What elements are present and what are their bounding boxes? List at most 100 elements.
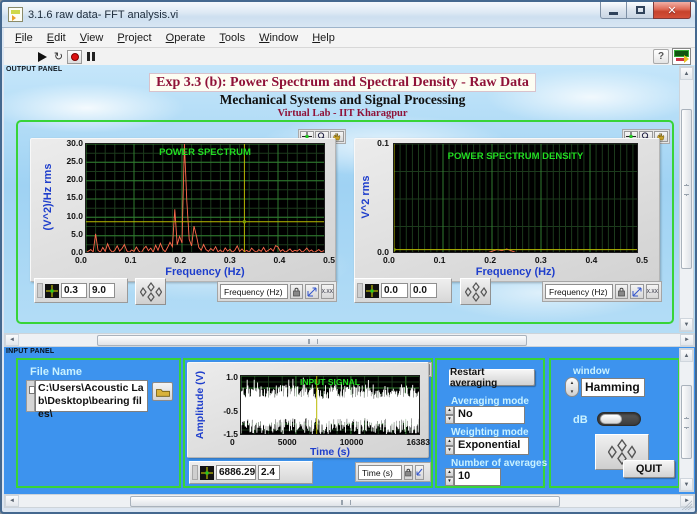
cursor-legend-scroll[interactable] (192, 465, 198, 480)
bottom-horizontal-scrollbar[interactable]: ◄ ► (4, 494, 695, 508)
spinner-up-icon[interactable]: ▲ (445, 437, 454, 446)
spinner-arrows[interactable]: ▲ ▼ (445, 406, 454, 424)
ps-xtick-0: 0.0 (75, 255, 87, 265)
psd-xtick-5: 0.5 (636, 255, 648, 265)
power-spectrum-cursor-mover[interactable] (135, 278, 166, 305)
cursor-x-value[interactable]: 6886.29 (216, 465, 256, 480)
menu-item-7[interactable]: Help (305, 30, 342, 46)
power-spectrum-ylabel: (V^2)/Hz rms (42, 163, 54, 231)
spinner-arrows[interactable]: ▲ ▼ (445, 437, 454, 455)
psd-xtick-1: 0.1 (433, 255, 446, 265)
vi-icon[interactable] (672, 48, 691, 65)
psd-cursor-mover[interactable] (460, 278, 491, 305)
menu-item-3[interactable]: Project (110, 30, 158, 46)
cursor-x-value[interactable]: 0.3 (61, 283, 87, 298)
scale-format-button[interactable]: X.XX (645, 284, 659, 299)
input-vertical-scrollbar[interactable]: ▲ ▼ (679, 348, 694, 492)
spinner-arrows[interactable]: ▲ ▼ (445, 468, 454, 486)
pause-button[interactable] (83, 50, 98, 64)
browse-button[interactable] (152, 382, 173, 401)
scroll-left-icon[interactable]: ◄ (5, 495, 19, 507)
power-spectrum-yticks: 30.0 25.0 20.0 15.0 10.0 5.0 0.0 (53, 138, 83, 257)
run-continuous-button[interactable]: ↻ (51, 50, 66, 64)
scale-lock-icon[interactable] (615, 284, 629, 299)
power-spectrum-plot[interactable] (85, 143, 325, 253)
cursor-crosshair-icon (200, 465, 214, 480)
psd-xtick-4: 0.4 (585, 255, 598, 265)
number-of-averages-control[interactable]: ▲ ▼ 10 (445, 468, 501, 486)
scroll-down-icon[interactable]: ▼ (680, 318, 693, 331)
scale-legend-label[interactable]: Frequency (Hz) (545, 284, 613, 299)
menu-item-6[interactable]: Window (252, 30, 305, 46)
power-spectrum-graph: 30.0 25.0 20.0 15.0 10.0 5.0 0.0 (V^2)/Hz rms … (30, 138, 336, 282)
ps-xtick-2: 0.2 (174, 255, 187, 265)
diamond-nav-icon (464, 281, 487, 302)
maximize-button[interactable] (627, 2, 653, 19)
scroll-right-icon[interactable]: ► (680, 334, 694, 346)
weighting-mode-control[interactable]: ▲ ▼ Exponential (445, 437, 529, 455)
scroll-up-icon[interactable]: ▲ (680, 67, 693, 80)
input-panel-label: INPUT PANEL (6, 348, 55, 355)
scale-legend-label[interactable]: Frequency (Hz) (220, 284, 288, 299)
cursor-y-value[interactable]: 0.0 (410, 283, 437, 298)
menu-item-0[interactable]: File (8, 30, 40, 46)
abort-button[interactable] (67, 49, 82, 64)
spinner-up-icon[interactable]: ▲ (445, 468, 454, 477)
output-horizontal-scrollbar[interactable]: ◄ ► (4, 333, 695, 347)
menu-item-2[interactable]: View (73, 30, 111, 46)
weighting-mode-value[interactable]: Exponential (454, 437, 529, 455)
cursor-legend-scroll[interactable] (37, 283, 43, 298)
spinner-down-icon[interactable]: ▼ (445, 446, 454, 455)
psd-plot[interactable] (393, 143, 638, 253)
ring-spinner[interactable]: ▲ ▼ (565, 377, 579, 397)
averaging-mode-control[interactable]: ▲ ▼ No (445, 406, 525, 424)
run-continuous-icon: ↻ (53, 50, 64, 63)
input-signal-graph: 1.0 -0.5 -1.5 Amplitude (V) INPUT SIGNAL 0… (187, 362, 430, 458)
averaging-mode-value[interactable]: No (454, 406, 525, 424)
file-path-value[interactable]: C:\Users\Acoustic Lab\Desktop\bearing fi… (35, 380, 148, 420)
menu-item-4[interactable]: Operate (159, 30, 213, 46)
cursor-y-value[interactable]: 9.0 (89, 283, 115, 298)
resize-grip[interactable] (682, 500, 692, 510)
cursor-legend-scroll[interactable] (357, 283, 363, 298)
psd-xtick-3: 0.3 (534, 255, 547, 265)
output-vertical-scrollbar[interactable]: ▲ ▼ (679, 66, 694, 332)
run-button[interactable] (35, 50, 50, 64)
experiment-subtitle: Mechanical Systems and Signal Processing (219, 92, 466, 107)
restart-averaging-button[interactable]: Restart averaging (449, 367, 535, 389)
menu-item-5[interactable]: Tools (212, 30, 252, 46)
scale-autoscale-icon[interactable] (630, 284, 644, 299)
scrollbar-thumb[interactable] (681, 385, 692, 459)
db-toggle[interactable] (597, 412, 641, 426)
scroll-down-icon[interactable]: ▼ (680, 478, 693, 491)
file-name-label: File Name (30, 366, 82, 378)
spinner-down-icon[interactable]: ▼ (445, 477, 454, 486)
scrollbar-thumb[interactable] (97, 335, 527, 346)
number-of-averages-value[interactable]: 10 (454, 468, 501, 486)
psd-xticks: 0.0 0.1 0.2 0.3 0.4 0.5 (383, 255, 648, 265)
scale-legend-label[interactable]: Time (s) (358, 464, 402, 480)
scroll-left-icon[interactable]: ◄ (5, 334, 19, 346)
file-path-control[interactable]: C:\Users\Acoustic Lab\Desktop\bearing fi… (26, 380, 148, 420)
scroll-up-icon[interactable]: ▲ (680, 349, 693, 362)
cursor-x-value[interactable]: 0.0 (381, 283, 408, 298)
scale-format-button[interactable]: X.XX (320, 284, 334, 299)
cursor-y-value[interactable]: 2.4 (258, 465, 280, 480)
spinner-up-icon[interactable]: ▲ (445, 406, 454, 415)
close-button[interactable]: ✕ (653, 2, 691, 19)
window-ring-control[interactable]: ▲ ▼ Hamming (565, 377, 645, 397)
scale-lock-icon[interactable] (290, 284, 304, 299)
help-button[interactable]: ? (653, 49, 669, 64)
scrollbar-thumb[interactable] (681, 109, 692, 269)
scale-lock-icon[interactable] (404, 464, 413, 480)
minimize-button[interactable] (600, 2, 627, 19)
menu-item-1[interactable]: Edit (40, 30, 73, 46)
window-value[interactable]: Hamming (581, 377, 645, 397)
input-signal-plot[interactable] (240, 375, 420, 435)
path-type-icon[interactable] (26, 380, 35, 412)
scrollbar-thumb[interactable] (130, 496, 560, 507)
quit-button[interactable]: QUIT (623, 460, 675, 478)
scale-autoscale-icon[interactable] (305, 284, 319, 299)
spinner-down-icon[interactable]: ▼ (445, 415, 454, 424)
scale-autoscale-icon[interactable] (415, 464, 424, 480)
